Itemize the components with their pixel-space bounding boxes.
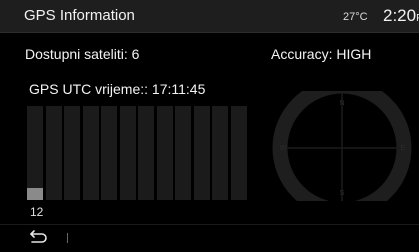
footer-separator (67, 233, 68, 243)
signal-bar (82, 106, 99, 200)
signal-bar (230, 106, 247, 200)
signal-bar (138, 106, 154, 200)
satellite-sky-compass: N E S W (272, 91, 412, 201)
compass-north-label: N (339, 100, 344, 107)
signal-bar (156, 106, 173, 200)
satellite-count: Dostupni sateliti: 6 (25, 46, 140, 62)
signal-bar (45, 106, 62, 200)
clock-time: 2:20 (383, 6, 417, 25)
back-button[interactable] (28, 228, 50, 246)
footer-divider (0, 224, 419, 225)
signal-bar (27, 106, 43, 200)
signal-bar (175, 106, 191, 200)
status-header: GPS Information 27°C 2:20P (0, 0, 419, 32)
signal-bar-fill (27, 188, 43, 200)
compass-east-label: E (401, 145, 406, 152)
accuracy-status: Accuracy: HIGH (271, 46, 372, 62)
signal-bar (101, 106, 117, 200)
signal-bar (64, 106, 80, 200)
satellite-id-label: 12 (30, 205, 44, 219)
header-divider (0, 32, 419, 33)
gps-utc-time: GPS UTC vrijeme:: 17:11:45 (29, 81, 206, 97)
compass-west-label: W (280, 145, 287, 152)
signal-bar (119, 106, 136, 200)
signal-bar (193, 106, 210, 200)
signal-bar (212, 106, 228, 200)
page-title: GPS Information (24, 7, 135, 24)
temperature-readout: 27°C (343, 11, 368, 23)
satellite-signal-chart (27, 106, 251, 200)
back-arrow-icon (30, 230, 47, 243)
compass-south-label: S (340, 190, 345, 197)
clock: 2:20P (383, 6, 419, 26)
